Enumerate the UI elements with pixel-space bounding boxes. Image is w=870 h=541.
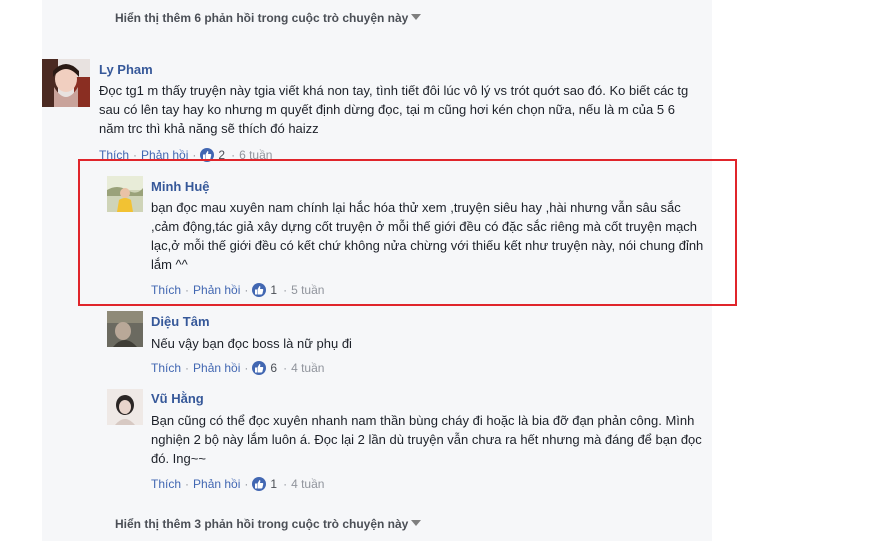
show-more-replies-label: Hiển thị thêm 6 phản hồi trong cuộc trò … [115, 11, 409, 25]
caret-down-icon [411, 14, 422, 20]
avatar[interactable] [107, 389, 143, 425]
show-more-replies-label: Hiển thị thêm 3 phản hồi trong cuộc trò … [115, 517, 409, 531]
reaction-count[interactable]: 6 [270, 361, 277, 375]
profile-photo [107, 176, 143, 212]
profile-photo [107, 311, 143, 347]
caret-down-icon [411, 520, 422, 526]
reply-actions: Thích · Phản hồi · 1 · 4 tuần [151, 477, 325, 491]
reply-author-name[interactable]: Vũ Hằng [151, 391, 204, 406]
show-more-replies-link[interactable]: Hiển thị thêm 6 phản hồi trong cuộc trò … [115, 11, 422, 25]
avatar[interactable] [107, 311, 143, 347]
like-reaction-icon[interactable] [252, 283, 267, 297]
reply-actions: Thích · Phản hồi · 6 · 4 tuần [151, 361, 325, 375]
reply-text: Bạn cũng có thể đọc xuyên nhanh nam thần… [151, 413, 702, 466]
reply-timestamp[interactable]: 4 tuần [291, 477, 324, 491]
reply-link[interactable]: Phản hồi [193, 477, 240, 491]
reply-actions: Thích · Phản hồi · 1 · 5 tuần [151, 283, 325, 297]
reply-text: Nếu vậy bạn đọc boss là nữ phụ đi [151, 336, 352, 351]
like-link[interactable]: Thích [151, 361, 181, 375]
reply-timestamp[interactable]: 5 tuần [291, 283, 324, 297]
reaction-count[interactable]: 1 [270, 283, 277, 297]
reply-text: bạn đọc mau xuyên nam chính lại hắc hóa … [151, 200, 704, 272]
reply-link[interactable]: Phản hồi [193, 283, 240, 297]
like-reaction-icon[interactable] [252, 477, 267, 491]
comment-author-name[interactable]: Ly Pham [99, 62, 153, 77]
profile-photo [107, 389, 143, 425]
like-link[interactable]: Thích [151, 477, 181, 491]
avatar[interactable] [107, 176, 143, 212]
reply-link[interactable]: Phản hồi [193, 361, 240, 375]
avatar[interactable] [42, 59, 90, 107]
reply-author-name[interactable]: Minh Huệ [151, 179, 210, 194]
like-reaction-icon[interactable] [252, 361, 267, 375]
comment-text: Đọc tg1 m thấy truyện này tgia viết khá … [99, 83, 689, 136]
reaction-count[interactable]: 1 [270, 477, 277, 491]
show-more-replies-link[interactable]: Hiển thị thêm 3 phản hồi trong cuộc trò … [115, 517, 422, 531]
reply-author-name[interactable]: Diệu Tâm [151, 314, 210, 329]
profile-photo [42, 59, 90, 107]
like-link[interactable]: Thích [151, 283, 181, 297]
reply-timestamp[interactable]: 4 tuần [291, 361, 324, 375]
